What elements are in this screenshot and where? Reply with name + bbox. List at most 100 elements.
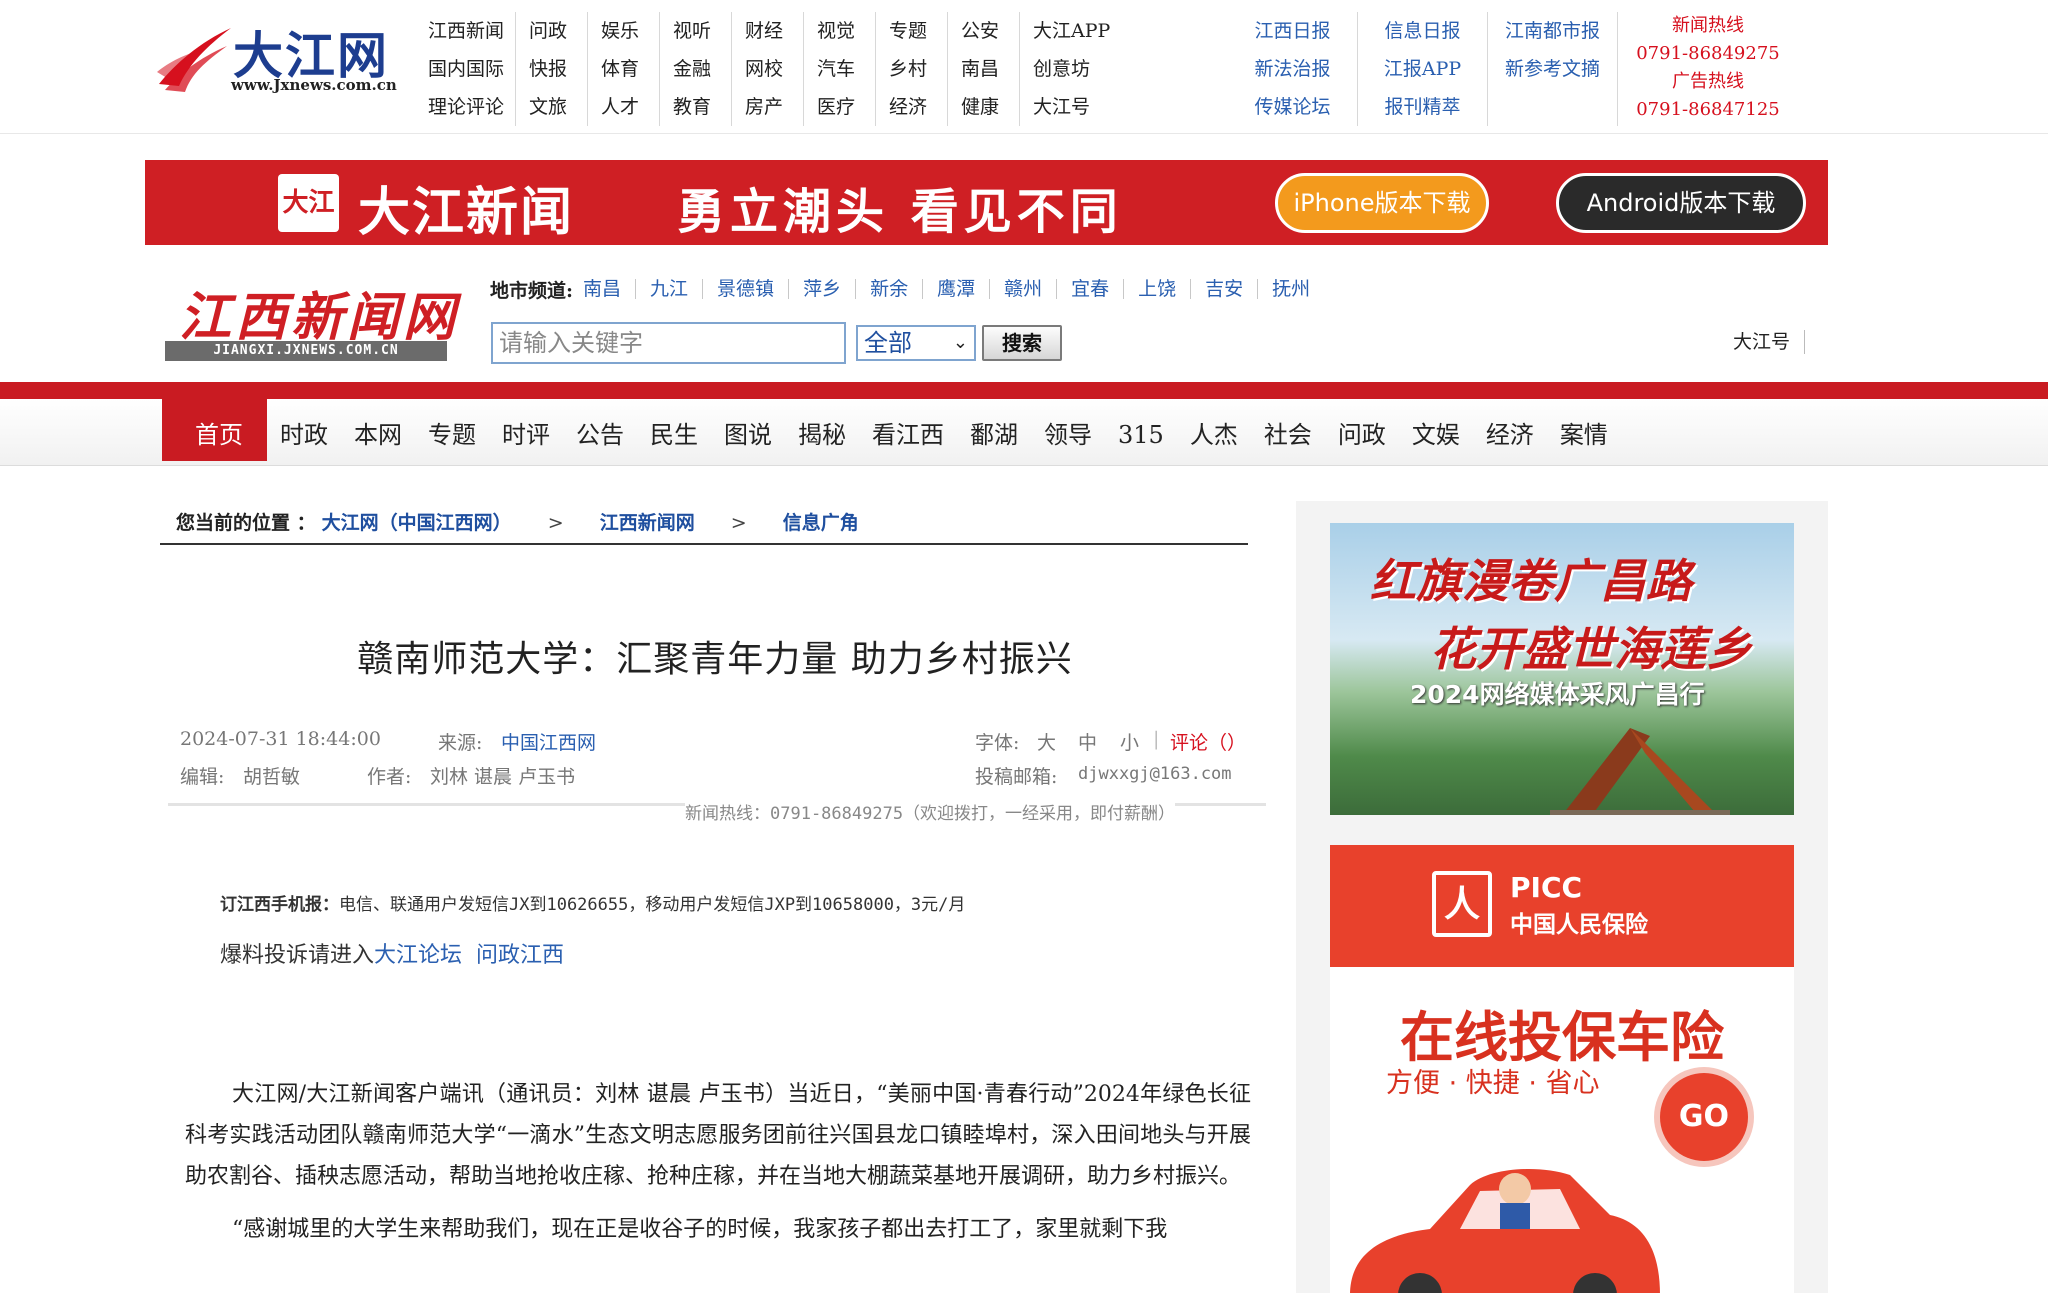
dajianghao-link[interactable]: 大江号: [1733, 330, 1806, 354]
newspaper-link[interactable]: 新参考文摘: [1488, 50, 1618, 88]
complaint-prefix: 爆料投诉请进入: [220, 943, 375, 968]
channel-link[interactable]: 问政: [515, 12, 587, 50]
red-divider: [0, 382, 2048, 399]
nav-item[interactable]: 鄱湖: [957, 399, 1031, 461]
newspaper-link[interactable]: 江南都市报: [1488, 12, 1618, 50]
city-channel-link[interactable]: 萍乡: [788, 279, 855, 299]
android-download-button[interactable]: Android版本下载: [1556, 173, 1806, 233]
newspaper-link[interactable]: 江报APP: [1358, 50, 1488, 88]
city-channel-link[interactable]: 新余: [855, 279, 922, 299]
channel-link[interactable]: 创意坊: [1019, 50, 1119, 88]
app-download-banner[interactable]: 大江 大江新闻 勇立潮头 看见不同 iPhone版本下载 Android版本下载: [145, 160, 1828, 245]
newspaper-link[interactable]: 江西日报: [1228, 12, 1358, 50]
nav-item[interactable]: 公告: [563, 399, 637, 461]
guangchang-trip-ad[interactable]: 红旗漫卷广昌路 花开盛世海莲乡 2024网络媒体采风广昌行: [1330, 523, 1794, 815]
channel-link[interactable]: 大江号: [1019, 88, 1119, 126]
submission-email[interactable]: djwxxgj@163.com: [1078, 764, 1232, 784]
ad-hotline-label: 广告热线: [1672, 71, 1744, 92]
nav-item[interactable]: 社会: [1251, 399, 1325, 461]
iphone-download-button[interactable]: iPhone版本下载: [1275, 173, 1489, 233]
city-channel-link[interactable]: 南昌: [579, 279, 635, 299]
jxnews-logo[interactable]: 江西新闻网 JIANGXI.JXNEWS.COM.CN: [165, 275, 455, 365]
channel-link[interactable]: 大江APP: [1019, 12, 1119, 50]
font-medium-button[interactable]: 中: [1078, 728, 1097, 755]
newspaper-link[interactable]: 信息日报: [1358, 12, 1488, 50]
channel-grid: 江西新闻 问政 娱乐 视听 财经 视觉 专题 公安 大江APP 国内国际 快报 体育 金融 网校 汽车 乡村南…: [415, 12, 1119, 126]
dajiang-logo[interactable]: 大江网 www.Jxnews.com.cn: [155, 18, 405, 102]
channel-link[interactable]: 教育: [659, 88, 731, 126]
breadcrumb: 您当前的位置 ： 大江网（中国江西网） > 江西新闻网 > 信息广角: [160, 505, 1248, 545]
nav-item[interactable]: 图说: [711, 399, 785, 461]
nav-item[interactable]: 时评: [489, 399, 563, 461]
channel-link[interactable]: 南昌: [947, 50, 1019, 88]
nav-item[interactable]: 文娱: [1399, 399, 1473, 461]
font-large-button[interactable]: 大: [1037, 728, 1056, 755]
city-channel-link[interactable]: 宜春: [1056, 279, 1123, 299]
channel-link[interactable]: 经济: [875, 88, 947, 126]
newspaper-link[interactable]: 传媒论坛: [1228, 88, 1358, 126]
breadcrumb-item-section[interactable]: 信息广角: [783, 512, 859, 534]
city-channel-link[interactable]: 上饶: [1123, 279, 1190, 299]
nav-item[interactable]: 专题: [415, 399, 489, 461]
nav-item[interactable]: 看江西: [859, 399, 957, 461]
nav-item[interactable]: 揭秘: [785, 399, 859, 461]
nav-item[interactable]: 案情: [1547, 399, 1621, 461]
nav-item[interactable]: 时政: [267, 399, 341, 461]
nav-item[interactable]: 领导: [1031, 399, 1105, 461]
nav-item-home[interactable]: 首页: [162, 399, 267, 461]
monument-icon: [1550, 728, 1730, 815]
search-button[interactable]: 搜索: [982, 325, 1062, 361]
channel-link[interactable]: 金融: [659, 50, 731, 88]
channel-link[interactable]: 国内国际: [415, 50, 515, 88]
channel-link[interactable]: 网校: [731, 50, 803, 88]
dajiang-forum-link[interactable]: 大江论坛: [374, 943, 462, 968]
channel-link[interactable]: 健康: [947, 88, 1019, 126]
source-link[interactable]: 中国江西网: [501, 728, 596, 755]
jxnews-logo-text: 江西新闻网: [179, 287, 460, 348]
nav-item[interactable]: 315: [1105, 399, 1177, 461]
channel-link[interactable]: 汽车: [803, 50, 875, 88]
channel-link[interactable]: 专题: [875, 12, 947, 50]
search-input[interactable]: 请输入关键字: [491, 322, 846, 364]
article-body: 大江网/大江新闻客户端讯（通讯员：刘林 谌晨 卢玉书）当近日，“美丽中国·青春行…: [185, 1074, 1251, 1262]
subscribe-label: 订江西手机报：: [220, 895, 339, 915]
picc-car-insurance-ad[interactable]: 人 PICC 中国人民保险 在线投保车险 方便 · 快捷 · 省心 GO: [1330, 845, 1794, 1293]
channel-link[interactable]: 乡村: [875, 50, 947, 88]
channel-link[interactable]: 医疗: [803, 88, 875, 126]
channel-link[interactable]: 房产: [731, 88, 803, 126]
channel-link[interactable]: 体育: [587, 50, 659, 88]
nav-item[interactable]: 经济: [1473, 399, 1547, 461]
channel-link[interactable]: 文旅: [515, 88, 587, 126]
breadcrumb-item-jxnews[interactable]: 江西新闻网: [600, 512, 695, 534]
city-channel-link[interactable]: 抚州: [1257, 279, 1324, 299]
newspaper-link[interactable]: 新法治报: [1228, 50, 1358, 88]
channel-link[interactable]: 娱乐: [587, 12, 659, 50]
channel-link[interactable]: 视听: [659, 12, 731, 50]
nav-item[interactable]: 本网: [341, 399, 415, 461]
search-scope-select[interactable]: 全部 ⌄: [856, 325, 976, 361]
nav-item[interactable]: 问政: [1325, 399, 1399, 461]
author-label: 作者:: [367, 766, 412, 788]
city-channel-link[interactable]: 吉安: [1190, 279, 1257, 299]
city-channel-link[interactable]: 九江: [635, 279, 702, 299]
email-label: 投稿邮箱:: [975, 766, 1058, 788]
city-channel-link[interactable]: 景德镇: [702, 279, 788, 299]
channel-link[interactable]: 财经: [731, 12, 803, 50]
channel-link[interactable]: 理论评论: [415, 88, 515, 126]
font-small-button[interactable]: 小: [1120, 728, 1139, 755]
comment-link[interactable]: 评论（）: [1170, 728, 1246, 755]
wenzheng-jiangxi-link[interactable]: 问政江西: [476, 943, 564, 968]
picc-go-button[interactable]: GO: [1660, 1073, 1748, 1161]
newspaper-link[interactable]: 报刊精萃: [1358, 88, 1488, 126]
city-channel-link[interactable]: 鹰潭: [922, 279, 989, 299]
nav-item[interactable]: 人杰: [1177, 399, 1251, 461]
city-channel-link[interactable]: 赣州: [989, 279, 1056, 299]
channel-link[interactable]: 江西新闻: [415, 12, 515, 50]
channel-link[interactable]: 人才: [587, 88, 659, 126]
nav-item[interactable]: 民生: [637, 399, 711, 461]
city-channels-label: 地市频道:: [490, 279, 574, 302]
breadcrumb-item-home[interactable]: 大江网（中国江西网）: [322, 512, 512, 534]
channel-link[interactable]: 快报: [515, 50, 587, 88]
channel-link[interactable]: 公安: [947, 12, 1019, 50]
channel-link[interactable]: 视觉: [803, 12, 875, 50]
